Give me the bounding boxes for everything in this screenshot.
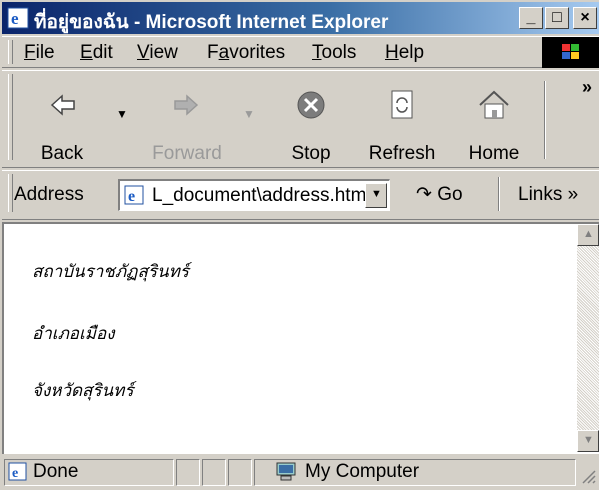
- forward-button[interactable]: Forward: [137, 77, 237, 165]
- scroll-up-icon: ▲: [583, 228, 594, 240]
- resize-grip[interactable]: [580, 468, 596, 484]
- back-button[interactable]: Back: [20, 77, 104, 165]
- stop-label: Stop: [291, 143, 331, 164]
- menu-favorites[interactable]: Favorites: [207, 42, 285, 64]
- back-dropdown-icon: ▼: [116, 107, 128, 121]
- forward-label: Forward: [152, 143, 222, 164]
- stop-button[interactable]: Stop: [270, 77, 352, 165]
- svg-text:e: e: [12, 466, 18, 481]
- refresh-icon: [391, 90, 413, 119]
- go-label: Go: [437, 184, 463, 205]
- refresh-label: Refresh: [368, 143, 436, 164]
- home-label: Home: [468, 143, 520, 164]
- stop-icon: [297, 91, 325, 119]
- scroll-down-icon: ▼: [583, 434, 594, 446]
- back-arrow-icon: [50, 94, 75, 116]
- browser-window: e ที่อยู่ของฉัน - Microsoft Internet Exp…: [0, 0, 599, 489]
- status-zone-text: My Computer: [305, 461, 420, 482]
- chevron-down-icon: ▼: [371, 188, 382, 200]
- standard-toolbar: Back ▼ Forward ▼ Stop Refresh Home »: [2, 70, 599, 168]
- status-text: Done: [33, 461, 79, 482]
- window-title: ที่อยู่ของฉัน - Microsoft Internet Explo…: [34, 12, 389, 33]
- status-panel-3: [202, 459, 226, 486]
- status-bar: e Done My Computer: [2, 456, 599, 489]
- address-bar: Address e L_document\address.html ▼ ↷ Go…: [2, 170, 599, 220]
- forward-arrow-icon: [174, 94, 199, 116]
- content-line-institute: สถาบันราชภัฏสุรินทร์: [32, 262, 189, 282]
- page-content: สถาบันราชภัฏสุรินทร์ อำเภอเมือง จังหวัดส…: [2, 222, 599, 454]
- page-done-icon: e: [8, 462, 27, 481]
- status-panel-4: [228, 459, 252, 486]
- forward-dropdown[interactable]: ▼: [238, 77, 260, 165]
- toolbar-separator: [544, 81, 546, 159]
- menu-bar: File Edit View Favorites Tools Help: [2, 36, 599, 68]
- status-panel-2: [176, 459, 200, 486]
- svg-text:e: e: [128, 188, 135, 205]
- address-label: Address: [14, 184, 84, 205]
- toolbar-grip[interactable]: [8, 74, 13, 160]
- home-button[interactable]: Home: [452, 77, 536, 165]
- toolbar-chevron[interactable]: »: [582, 77, 592, 98]
- back-dropdown[interactable]: ▼: [104, 77, 134, 165]
- resize-grip-icon: [582, 470, 596, 484]
- home-icon: [479, 90, 509, 119]
- menu-help[interactable]: Help: [385, 42, 424, 64]
- refresh-button[interactable]: Refresh: [354, 77, 450, 165]
- page-icon: e: [124, 185, 144, 205]
- address-grip[interactable]: [8, 174, 13, 212]
- scroll-down-button[interactable]: ▼: [577, 430, 599, 452]
- vertical-scrollbar[interactable]: ▲ ▼: [577, 224, 599, 452]
- title-bar[interactable]: e ที่อยู่ของฉัน - Microsoft Internet Exp…: [2, 2, 599, 34]
- menu-grip[interactable]: [8, 40, 13, 64]
- forward-dropdown-icon: ▼: [243, 107, 255, 121]
- address-dropdown-button[interactable]: ▼: [365, 183, 387, 208]
- status-zone-panel: My Computer: [254, 459, 576, 486]
- scroll-up-button[interactable]: ▲: [577, 224, 599, 246]
- back-label: Back: [40, 143, 84, 164]
- scroll-track[interactable]: [577, 246, 599, 430]
- go-button[interactable]: ↷ Go: [416, 183, 463, 206]
- menu-file[interactable]: File: [24, 42, 55, 64]
- menu-edit[interactable]: Edit: [80, 42, 113, 64]
- maximize-button[interactable]: □: [545, 7, 569, 29]
- go-arrow-icon: ↷: [416, 184, 432, 205]
- content-line-province: จังหวัดสุรินทร์: [32, 381, 134, 401]
- svg-text:e: e: [11, 9, 19, 28]
- windows-logo: [542, 37, 599, 68]
- windows-flag-icon: [562, 44, 579, 59]
- address-url: L_document\address.html: [152, 185, 371, 206]
- my-computer-icon: [276, 462, 296, 481]
- links-toolbar[interactable]: Links »: [518, 184, 578, 206]
- minimize-button[interactable]: _: [519, 7, 543, 29]
- status-panel-main: e Done: [4, 459, 174, 486]
- close-button[interactable]: ×: [573, 7, 597, 29]
- menu-tools[interactable]: Tools: [312, 42, 356, 64]
- ie-logo-icon: e: [7, 7, 29, 29]
- address-separator: [498, 177, 500, 211]
- address-input[interactable]: e L_document\address.html ▼: [118, 179, 390, 211]
- content-line-district: อำเภอเมือง: [32, 324, 115, 344]
- menu-view[interactable]: View: [137, 42, 178, 64]
